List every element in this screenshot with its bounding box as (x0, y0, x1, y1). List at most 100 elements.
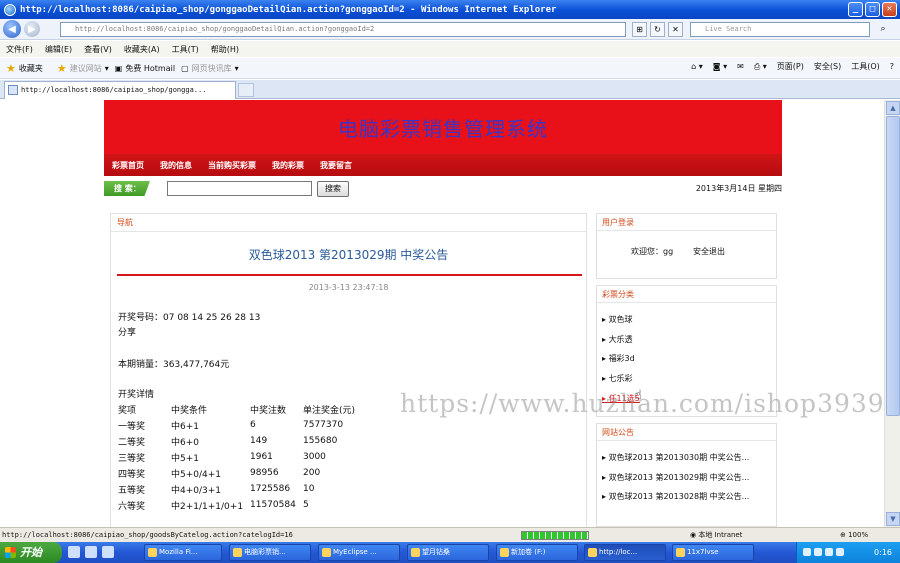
table-cell: 四等奖 (118, 469, 146, 480)
tab-current[interactable]: http://localhost:8086/caipiao_shop/gongg… (4, 81, 236, 99)
task-item[interactable]: Mozilla Fi... (144, 544, 222, 561)
home-icon[interactable]: ⌂ ▾ (691, 62, 703, 71)
page-viewport: 电脑彩票销售管理系统 彩票首页 我的信息 当前购买彩票 我的彩票 我要留言 搜 … (0, 100, 884, 527)
header-cell: 奖项 (118, 405, 137, 416)
start-button[interactable]: 开始 (0, 542, 62, 563)
task-item[interactable]: MyEclipse ... (318, 544, 400, 561)
media-icon[interactable] (102, 546, 114, 558)
live-search-input[interactable]: Live Search (690, 22, 870, 37)
safety-menu[interactable]: 安全(S) (814, 61, 841, 72)
print-icon[interactable]: ⎙ ▾ (754, 62, 767, 72)
quick-launch (68, 546, 114, 558)
back-button[interactable]: ◀ (3, 20, 21, 38)
site-search-input[interactable] (167, 181, 312, 196)
menu-view[interactable]: 查看(V) (84, 44, 112, 55)
menu-tools[interactable]: 工具(T) (172, 44, 199, 55)
menu-file[interactable]: 文件(F) (6, 44, 33, 55)
favorites-button[interactable]: ★ 收藏夹 (6, 62, 43, 75)
ime-icon[interactable] (836, 548, 844, 556)
header-cell: 中奖注数 (250, 405, 287, 416)
minimize-button[interactable]: _ (848, 2, 863, 17)
vertical-scrollbar[interactable]: ▲ ▼ (884, 100, 900, 527)
scroll-down-icon[interactable]: ▼ (886, 512, 900, 526)
task-item-active[interactable]: http://loc... (584, 544, 666, 561)
network-icon[interactable] (803, 548, 811, 556)
nav-my-lottery[interactable]: 我的彩票 (272, 160, 304, 171)
address-input[interactable]: http://localhost:8086/caipiao_shop/gongg… (60, 22, 626, 37)
scroll-thumb[interactable] (886, 116, 900, 416)
table-header-row: 奖项 中奖条件 中奖注数 单注奖金(元) (118, 401, 355, 417)
suggested-sites-label: 建议网站 (69, 63, 102, 73)
category-item[interactable]: ▸ 福彩3d (602, 353, 635, 364)
page-menu[interactable]: 页面(P) (777, 61, 804, 72)
search-magnifier-icon[interactable]: ⌕ (872, 22, 894, 37)
category-label: 七乐彩 (608, 374, 633, 383)
menu-edit[interactable]: 编辑(E) (45, 44, 72, 55)
maximize-button[interactable]: □ (865, 2, 880, 17)
show-desktop-icon[interactable] (68, 546, 80, 558)
task-label: 电脑彩票销... (244, 548, 286, 556)
announcement-item[interactable]: ▸ 双色球2013 第2013029期 中奖公告... (602, 472, 772, 483)
site-title: 电脑彩票销售管理系统 (338, 116, 548, 141)
task-item[interactable]: 望月钻桑 (407, 544, 489, 561)
suggested-sites-link[interactable]: ★ 建议网站 ▾ (57, 62, 109, 75)
web-slice-link[interactable]: ▢ 网页快讯库 ▾ (181, 63, 239, 74)
new-tab-button[interactable] (238, 83, 254, 97)
nav-buy-lottery[interactable]: 当前购买彩票 (208, 160, 256, 171)
announcement-item[interactable]: ▸ 双色球2013 第2013028期 中奖公告... (602, 491, 772, 502)
nav-home[interactable]: 彩票首页 (112, 160, 144, 171)
close-button[interactable]: ✕ (882, 2, 897, 17)
ie-quicklaunch-icon[interactable] (85, 546, 97, 558)
winning-numbers: 开奖号码：07 08 14 25 26 28 13 (118, 313, 261, 323)
command-bar: ⌂ ▾ ◙ ▾ ✉ ⎙ ▾ 页面(P) 安全(S) 工具(O) ? (691, 61, 894, 72)
table-cell: 六等奖 (118, 501, 146, 512)
table-row: 三等奖 中5+1 1961 3000 (118, 449, 355, 465)
security-icon[interactable] (825, 548, 833, 556)
table-cell: 1961 (250, 452, 273, 462)
menu-favorites[interactable]: 收藏夹(A) (124, 44, 160, 55)
table-cell: 中4+0/3+1 (171, 485, 222, 496)
system-tray: 0:16 (796, 542, 900, 563)
prize-table: 奖项 中奖条件 中奖注数 单注奖金(元) 一等奖 中6+1 6 7577370 … (118, 401, 355, 513)
folder-icon (411, 548, 420, 557)
login-box: 用户登录 欢迎您：gg 安全退出 (596, 213, 777, 279)
category-item[interactable]: ▸ 七乐彩 (602, 373, 633, 384)
volume-icon[interactable] (814, 548, 822, 556)
table-cell: 中2+1/1+1/0+1 (171, 501, 244, 512)
security-zone: ◉ 本地 Intranet (690, 528, 742, 542)
hotmail-icon: ▣ (114, 63, 123, 73)
forward-button[interactable]: ▶ (24, 21, 40, 37)
logout-link[interactable]: 安全退出 (693, 246, 725, 257)
task-item[interactable]: 电脑彩票销... (229, 544, 311, 561)
nav-message[interactable]: 我要留言 (320, 160, 352, 171)
hotmail-link[interactable]: ▣ 免费 Hotmail (115, 63, 175, 74)
firefox-icon (148, 548, 157, 557)
status-bar: http://localhost:8086/caipiao_shop/goods… (0, 527, 900, 542)
nav-my-info[interactable]: 我的信息 (160, 160, 192, 171)
tab-bar: http://localhost:8086/caipiao_shop/gongg… (0, 80, 900, 99)
refresh-icon[interactable]: ↻ (650, 22, 665, 37)
category-item[interactable]: ▸ 双色球 (602, 314, 633, 325)
stop-icon[interactable]: ✕ (668, 22, 683, 37)
announcement-item[interactable]: ▸ 双色球2013 第2013030期 中奖公告... (602, 452, 772, 463)
task-item[interactable]: 11x7lvse (672, 544, 754, 561)
menu-help[interactable]: 帮助(H) (211, 44, 239, 55)
mail-icon[interactable]: ✉ (737, 62, 744, 71)
table-cell: 二等奖 (118, 437, 146, 448)
site-search-button[interactable]: 搜索 (317, 181, 349, 197)
help-icon[interactable]: ? (890, 62, 894, 71)
login-box-header: 用户登录 (597, 214, 776, 231)
table-cell: 5 (303, 500, 309, 510)
progress-bar (521, 531, 589, 540)
site-banner: 电脑彩票销售管理系统 (104, 100, 782, 154)
scroll-up-icon[interactable]: ▲ (886, 101, 900, 115)
zoom-level[interactable]: ⊕ 100% (840, 528, 868, 542)
taskbar: 开始 Mozilla Fi... 电脑彩票销... MyEclipse ... … (0, 542, 900, 563)
task-item[interactable]: 新加卷 (F:) (496, 544, 578, 561)
compat-view-icon[interactable]: ⊞ (632, 22, 647, 37)
tools-menu[interactable]: 工具(O) (851, 61, 880, 72)
menu-bar: 文件(F) 编辑(E) 查看(V) 收藏夹(A) 工具(T) 帮助(H) (0, 41, 900, 57)
ie-logo-icon (4, 3, 16, 16)
category-item[interactable]: ▸ 大乐透 (602, 334, 633, 345)
feeds-icon[interactable]: ◙ ▾ (713, 62, 727, 71)
